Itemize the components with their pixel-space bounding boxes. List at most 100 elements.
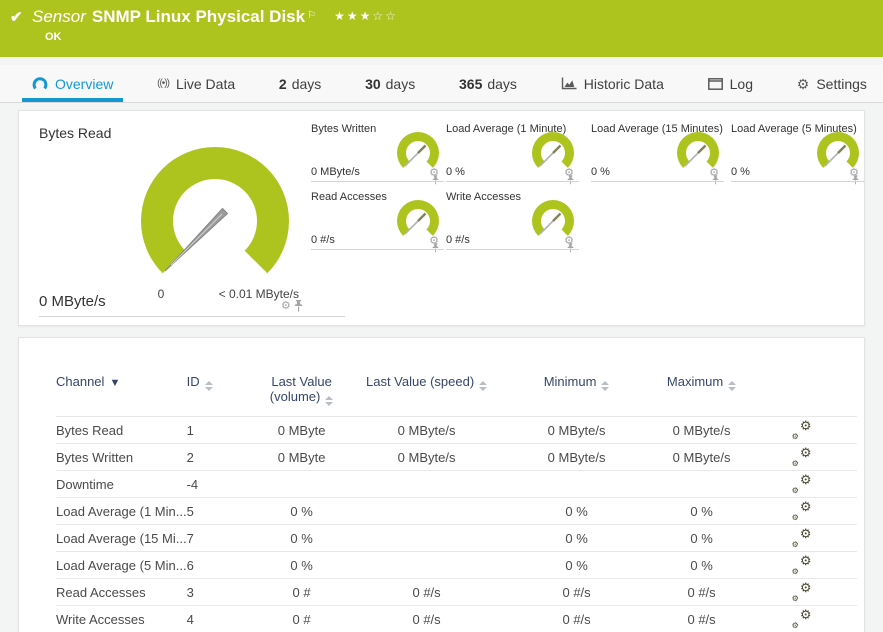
gauge-value: 0 #/s <box>311 234 335 246</box>
tab-30-days-num: 30 <box>365 75 381 92</box>
tab-overview[interactable]: Overview <box>22 65 124 102</box>
minimum-value: 0 MByte/s <box>547 422 606 438</box>
channel-actions: ⚙ ⚙ <box>747 606 857 632</box>
column-header-channel[interactable]: Channel ▼ <box>56 374 187 417</box>
channel-name[interactable]: Write Accesses <box>56 606 187 632</box>
sort-icon <box>325 396 334 406</box>
gauge-cell-read-accesses[interactable]: Read Accesses 0 #/s ⚙ <box>311 191 444 253</box>
gauge-value: 0 #/s <box>446 234 470 246</box>
channel-name[interactable]: Bytes Written <box>56 444 187 471</box>
minimum-value: 0 #/s <box>562 611 591 627</box>
tab-settings[interactable]: ⚙ Settings <box>787 65 877 102</box>
channel-name[interactable]: Bytes Read <box>56 417 187 444</box>
stars-filled: ★★★ <box>334 9 373 23</box>
table-row[interactable]: Bytes Read 1 0 MByte 0 MByte/s 0 MByte/s… <box>56 416 857 444</box>
edit-channel-gears-icon[interactable]: ⚙ ⚙ <box>792 607 812 630</box>
last-value-volume: 0 MByte <box>277 449 326 465</box>
tab-2-days[interactable]: 2 days <box>269 65 331 102</box>
last-value-speed <box>357 471 497 498</box>
column-header-last-value-volume[interactable]: Last Value (volume) <box>247 374 357 417</box>
edit-channel-gears-icon[interactable]: ⚙ ⚙ <box>792 418 812 441</box>
column-header-maximum[interactable]: Maximum <box>657 374 747 417</box>
status-ok-check-icon: ✔ <box>10 9 23 26</box>
table-row[interactable]: Read Accesses 3 0 # 0 #/s 0 #/s 0 #/s ⚙ ⚙ <box>56 578 857 606</box>
tab-overview-label: Overview <box>55 75 114 92</box>
column-header-last-value-speed[interactable]: Last Value (speed) <box>357 374 497 417</box>
primary-gauge-actions: ⚙ <box>281 300 303 312</box>
sensor-tab-bar: Overview ((•)) Live Data 2 days 30 days … <box>0 65 883 103</box>
primary-gauge-value: 0 MByte/s <box>39 293 106 310</box>
channel-id: 1 <box>186 422 194 438</box>
table-row[interactable]: Load Average (1 Min... 5 0 % 0 % 0 % ⚙ ⚙ <box>56 497 857 525</box>
tab-live-data[interactable]: ((•)) Live Data <box>147 65 245 102</box>
pin-icon[interactable] <box>294 300 303 312</box>
sensor-title-line: Sensor SNMP Linux Physical Disk ⚐ ★★★☆☆ <box>32 6 873 27</box>
channel-name[interactable]: Downtime <box>56 471 187 498</box>
tab-365-days-num: 365 <box>459 75 483 92</box>
last-value-speed <box>357 525 497 552</box>
edit-channel-gears-icon[interactable]: ⚙ ⚙ <box>792 499 812 522</box>
sort-icon <box>204 381 213 391</box>
channel-actions: ⚙ ⚙ <box>747 471 857 498</box>
gauge-title: Write Accesses <box>446 191 521 203</box>
gauge-value: 0 % <box>731 166 750 178</box>
last-value-volume: 0 # <box>292 611 311 627</box>
sort-icon <box>728 381 737 391</box>
gauge-cell-load-average-15[interactable]: Load Average (15 Minutes) 0 % ⚙ <box>591 123 724 185</box>
gauge-actions: ⚙ <box>849 168 862 185</box>
last-value-volume: 0 % <box>290 503 313 519</box>
sort-icon <box>479 381 488 391</box>
channel-name[interactable]: Load Average (5 Min... <box>56 552 187 579</box>
channel-actions: ⚙ ⚙ <box>747 444 857 471</box>
column-header-id[interactable]: ID <box>187 374 247 417</box>
header-tab-gap <box>0 57 883 65</box>
table-header-row: Channel ▼ ID Last Value (volume) Last Valu… <box>56 374 857 417</box>
primary-gauge <box>141 146 289 274</box>
table-row[interactable]: Load Average (5 Min... 6 0 % 0 % 0 % ⚙ ⚙ <box>56 551 857 579</box>
channel-name[interactable]: Read Accesses <box>56 579 187 606</box>
channel-name[interactable]: Load Average (15 Mi... <box>56 525 187 552</box>
gauge-title: Read Accesses <box>311 191 387 203</box>
gauge-cell-write-accesses[interactable]: Write Accesses 0 #/s ⚙ <box>446 191 579 253</box>
tab-30-days[interactable]: 30 days <box>355 65 425 102</box>
table-row[interactable]: Bytes Written 2 0 MByte 0 MByte/s 0 MByt… <box>56 443 857 471</box>
last-value-speed: 0 #/s <box>412 611 441 627</box>
tab-30-days-unit: days <box>385 75 416 92</box>
maximum-value: 0 #/s <box>687 611 716 627</box>
edit-channel-gears-icon[interactable]: ⚙ ⚙ <box>792 580 812 603</box>
minimum-value: 0 #/s <box>562 584 591 600</box>
last-value-volume: 0 MByte <box>277 422 326 438</box>
window-icon <box>707 77 723 90</box>
gauge-cell-load-average-5[interactable]: Load Average (5 Minutes) 0 % ⚙ <box>731 123 864 185</box>
gauge-actions: ⚙ <box>429 236 442 253</box>
primary-gauge-title: Bytes Read <box>39 125 112 141</box>
gauge-cell-load-average-1[interactable]: Load Average (1 Minute) 0 % ⚙ <box>446 123 579 185</box>
tab-365-days[interactable]: 365 days <box>449 65 527 102</box>
last-value-speed: 0 #/s <box>412 584 441 600</box>
gauge-cell-bytes-written[interactable]: Bytes Written 0 MByte/s ⚙ <box>311 123 444 185</box>
channel-id: -4 <box>186 476 199 492</box>
column-header-minimum[interactable]: Minimum <box>497 374 657 417</box>
live-data-icon: ((•)) <box>157 78 170 89</box>
channel-actions: ⚙ ⚙ <box>747 552 857 579</box>
primary-gauge-scale-min: 0 <box>157 287 165 301</box>
divider <box>39 316 345 317</box>
gauge-title: Bytes Written <box>311 123 377 135</box>
minimum-value: 0 % <box>565 503 588 519</box>
table-row[interactable]: Load Average (15 Mi... 7 0 % 0 % 0 % ⚙ ⚙ <box>56 524 857 552</box>
edit-channel-gears-icon[interactable]: ⚙ ⚙ <box>792 553 812 576</box>
table-row[interactable]: Write Accesses 4 0 # 0 #/s 0 #/s 0 #/s ⚙… <box>56 605 857 632</box>
tab-historic-data[interactable]: Historic Data <box>551 65 674 102</box>
edit-channel-gears-icon[interactable]: ⚙ ⚙ <box>792 472 812 495</box>
table-row[interactable]: Downtime -4 ⚙ ⚙ <box>56 470 857 498</box>
gauge-actions: ⚙ <box>429 168 442 185</box>
flag-icon[interactable]: ⚐ <box>307 10 316 21</box>
channel-settings-gear-icon[interactable]: ⚙ <box>281 300 291 312</box>
tab-log-label: Log <box>729 75 753 92</box>
channel-name[interactable]: Load Average (1 Min... <box>56 498 187 525</box>
priority-stars[interactable]: ★★★☆☆ <box>334 9 398 23</box>
tab-log[interactable]: Log <box>698 65 763 102</box>
gear-icon: ⚙ <box>796 75 810 92</box>
edit-channel-gears-icon[interactable]: ⚙ ⚙ <box>792 445 812 468</box>
edit-channel-gears-icon[interactable]: ⚙ ⚙ <box>792 526 812 549</box>
